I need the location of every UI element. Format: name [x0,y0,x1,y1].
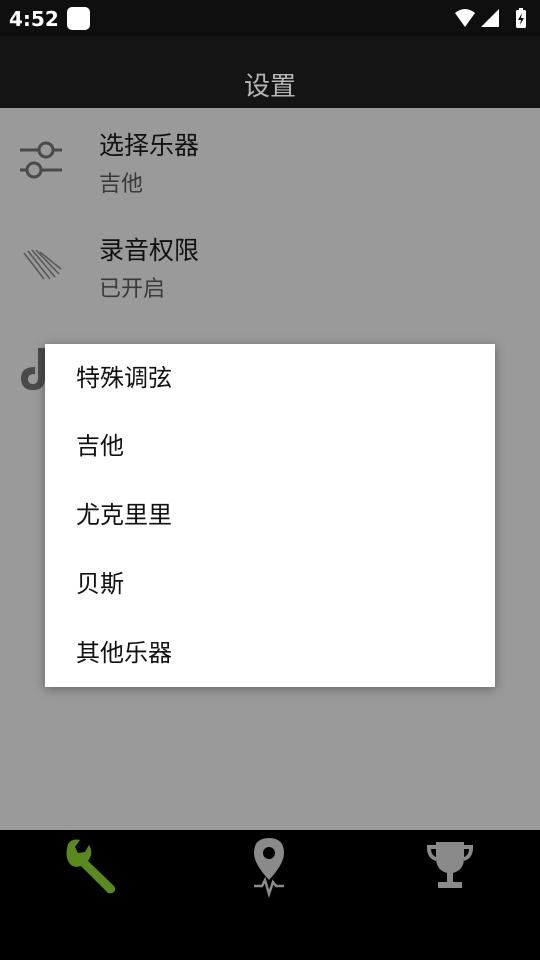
app-bar: 设置 [0,36,540,108]
signal-icon [481,9,499,27]
setting-recording-permission[interactable]: 录音权限 已开启 [0,213,540,318]
setting-instrument[interactable]: 选择乐器 吉他 [0,108,540,213]
dialog-option-special-tuning[interactable]: 特殊调弦 [45,344,495,412]
page-title: 设置 [243,72,296,102]
tab-location[interactable] [240,836,300,899]
dialog-option-bass[interactable]: 贝斯 [45,550,495,619]
tab-tuner[interactable] [62,836,122,898]
setting-label: 录音权限 [99,236,200,265]
wifi-icon [455,9,475,27]
dialog-option-ukulele[interactable]: 尤克里里 [45,481,495,550]
dialog-option-other[interactable]: 其他乐器 [45,619,495,688]
setting-value: 吉他 [99,172,144,197]
status-bar: 4:52 [0,0,540,36]
battery-icon [516,8,526,28]
notification-icon [67,7,90,30]
wrench-icon [66,839,116,894]
sliders-icon [20,141,62,179]
setting-label: 选择乐器 [99,131,200,160]
status-icons [454,8,532,28]
bottom-navigation [0,830,540,960]
instrument-dialog: 特殊调弦 吉他 尤克里里 贝斯 其他乐器 [45,344,495,687]
mic-lines-icon [23,249,62,280]
location-pulse-icon [254,838,284,899]
status-time: 4:52 [9,7,59,31]
tab-achievements[interactable] [420,836,480,898]
trophy-icon [426,842,474,888]
setting-value: 已开启 [99,277,166,302]
dialog-option-guitar[interactable]: 吉他 [45,412,495,481]
